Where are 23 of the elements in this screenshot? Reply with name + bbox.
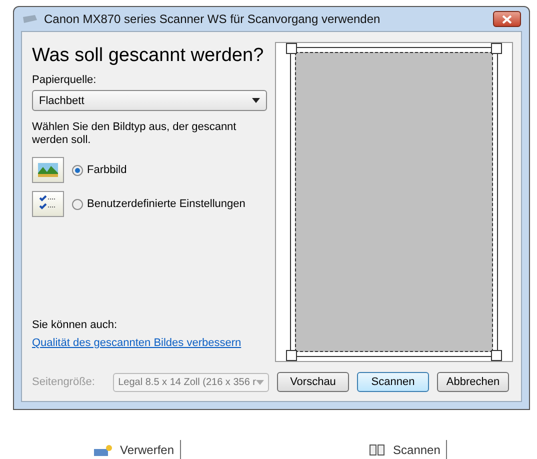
- landscape-icon: [38, 163, 58, 177]
- caret-icon: [252, 98, 260, 103]
- radio-label: Benutzerdefinierte Einstellungen: [87, 198, 246, 210]
- image-type-button[interactable]: [32, 157, 64, 183]
- dialog-button[interactable]: Abbrechen: [437, 372, 509, 392]
- caret-icon: [256, 380, 264, 384]
- hint-text: Sie können auch:: [32, 319, 118, 331]
- book-icon: [369, 444, 386, 456]
- image-type-button[interactable]: [32, 191, 64, 217]
- close-icon: [502, 14, 512, 24]
- improve-quality-link[interactable]: Qualität des gescannten Bildes verbessern: [32, 337, 267, 349]
- field-label: Seitengröße:: [32, 376, 96, 388]
- window-title: Canon MX870 series Scanner WS für Scanvorgang verwenden: [44, 12, 382, 26]
- radio-button[interactable]: [72, 164, 83, 176]
- paper-source-dropdown[interactable]: Flachbett: [32, 90, 267, 111]
- dialog-heading: Was soll gescannt werden?: [32, 44, 264, 68]
- field-label: Papierquelle:: [32, 74, 98, 86]
- dialog-button[interactable]: Vorschau: [277, 372, 349, 392]
- radio-button[interactable]: [72, 198, 83, 210]
- radio-label: Farbbild: [87, 164, 127, 176]
- instruction-text: Wählen Sie den Bildtyp aus, der gescannt werden soll.: [32, 121, 238, 147]
- close-button[interactable]: [493, 11, 521, 27]
- dialog-button[interactable]: Scannen: [357, 372, 429, 392]
